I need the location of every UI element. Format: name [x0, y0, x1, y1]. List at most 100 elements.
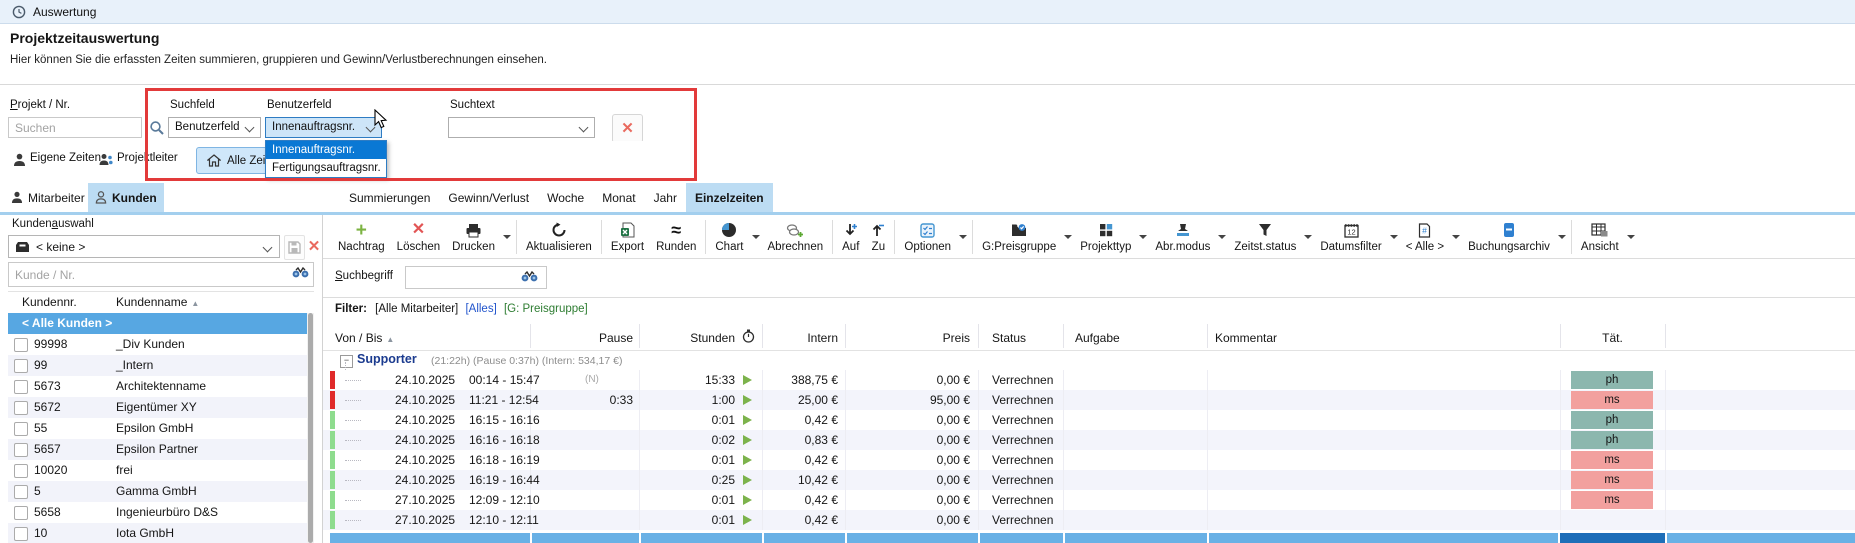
ansicht-button[interactable]: Ansicht [1575, 216, 1625, 258]
abrechnen-button[interactable]: Abrechnen [762, 216, 830, 258]
column-von-bis[interactable]: Von / Bis▲ [335, 328, 394, 350]
analysis-tab[interactable]: Monat [593, 183, 644, 212]
buchungsarchiv-dropdown-caret[interactable] [1556, 217, 1568, 257]
customer-row[interactable]: 5 Gamma GmbH [8, 481, 307, 502]
time-entry-row[interactable]: 27.10.2025 12:10 - 12:11 0:01 0,42 € 0,0… [323, 510, 1855, 530]
toolbar-separator [832, 220, 833, 254]
customer-row[interactable]: 99 _Intern [8, 355, 307, 376]
customer-preset-combobox[interactable]: < keine > [8, 235, 280, 258]
optionen-dropdown-caret[interactable] [957, 217, 969, 257]
selected-row-bar[interactable] [330, 533, 1855, 543]
customer-row[interactable]: 10020 frei [8, 460, 307, 481]
benutzerfeld-combobox[interactable]: Innenauftragsnr. [265, 117, 382, 138]
column-preis[interactable]: Preis [883, 328, 970, 348]
column-intern[interactable]: Intern [763, 328, 838, 348]
preisgruppe-button[interactable]: G:Preisgruppe [976, 216, 1062, 258]
customer-row[interactable]: 5657 Epsilon Partner [8, 439, 307, 460]
column-kundenname[interactable]: Kundenname▲ [116, 295, 199, 309]
customer-checkbox[interactable] [14, 338, 28, 352]
group-row-supporter[interactable]: − Supporter (21:22h) (Pause 0:37h) (Inte… [323, 350, 1855, 370]
filter-summary: Filter: [Alle Mitarbeiter] [Alles] [G: P… [335, 303, 592, 315]
customer-checkbox[interactable] [14, 527, 28, 541]
customer-checkbox[interactable] [14, 359, 28, 373]
customer-row[interactable]: 55 Epsilon GmbH [8, 418, 307, 439]
save-preset-button[interactable] [284, 235, 305, 260]
suchfeld-combobox[interactable]: Benutzerfeld [168, 117, 261, 138]
datumsfilter-dropdown-caret[interactable] [1388, 217, 1400, 257]
runden-button[interactable]: ≈Runden [650, 216, 702, 258]
column-taet[interactable]: Tät. [1560, 328, 1665, 348]
customer-row[interactable]: 5673 Architektenname [8, 376, 307, 397]
loeschen-button[interactable]: ✕Löschen [391, 216, 446, 258]
zeitstatus-button[interactable]: Zeitst.status [1228, 216, 1302, 258]
drucken-button[interactable]: Drucken [446, 216, 501, 258]
drucken-dropdown-caret[interactable] [501, 217, 513, 257]
customer-checkbox[interactable] [14, 422, 28, 436]
column-kommentar[interactable]: Kommentar [1215, 328, 1277, 348]
time-entry-row[interactable]: 24.10.2025 16:18 - 16:19 0:01 0,42 € 0,0… [323, 450, 1855, 470]
analysis-tab[interactable]: Summierungen [340, 183, 439, 212]
tab-projektleiter[interactable]: Projektleiter [117, 152, 178, 164]
dropdown-option[interactable]: Innenauftragsnr. [266, 141, 386, 159]
zu-button[interactable]: Zu [865, 216, 891, 258]
all-customers-row[interactable]: < Alle Kunden > [8, 313, 307, 334]
dropdown-option[interactable]: Fertigungsauftragsnr. [266, 159, 386, 177]
aktualisieren-button[interactable]: Aktualisieren [520, 216, 598, 258]
preisgruppe-dropdown-caret[interactable] [1062, 217, 1074, 257]
column-pause[interactable]: Pause [553, 328, 633, 348]
suchtext-combobox[interactable] [448, 117, 595, 138]
buchungsarchiv-button[interactable]: Buchungsarchiv [1462, 216, 1556, 258]
customer-row[interactable]: 10 Iota GmbH [8, 523, 307, 543]
time-entry-row[interactable]: 24.10.2025 11:21 - 12:54 0:33 1:00 25,00… [323, 390, 1855, 410]
customer-row[interactable]: 99998 _Div Kunden [8, 334, 307, 355]
tab-eigene-zeiten[interactable]: Eigene Zeiten [30, 152, 101, 164]
customer-checkbox[interactable] [14, 443, 28, 457]
analysis-tab[interactable]: Woche [538, 183, 593, 212]
clear-preset-button[interactable]: ✕ [306, 235, 322, 258]
analysis-tab[interactable]: Jahr [645, 183, 686, 212]
ansicht-dropdown-caret[interactable] [1625, 217, 1637, 257]
column-aufgabe[interactable]: Aufgabe [1075, 328, 1120, 348]
clear-search-button[interactable]: ✕ [612, 114, 643, 143]
customer-checkbox[interactable] [14, 401, 28, 415]
customer-row[interactable]: 5672 Eigentümer XY [8, 397, 307, 418]
alle-dropdown-caret[interactable] [1450, 217, 1462, 257]
scrollbar-thumb[interactable] [308, 313, 313, 543]
customer-checkbox[interactable] [14, 485, 28, 499]
column-status[interactable]: Status [992, 328, 1026, 348]
column-stunden[interactable]: Stunden [653, 328, 735, 348]
customer-filter-input[interactable] [8, 262, 314, 287]
export-button[interactable]: Export [605, 216, 650, 258]
search-button[interactable] [147, 117, 167, 138]
time-entry-row[interactable]: 24.10.2025 00:14 - 15:47 (N) 15:33 388,7… [323, 370, 1855, 390]
nachtrag-button[interactable]: +Nachtrag [332, 216, 391, 258]
project-search-input[interactable] [8, 117, 142, 138]
customer-row[interactable]: 5658 Ingenieurbüro D&S [8, 502, 307, 523]
play-icon [743, 475, 752, 485]
tab-mitarbeiter[interactable]: Mitarbeiter [4, 183, 92, 212]
tab-kunden[interactable]: Kunden [88, 183, 164, 212]
projekttyp-dropdown-caret[interactable] [1137, 217, 1149, 257]
optionen-button[interactable]: Optionen [898, 216, 957, 258]
collapse-toggle-icon[interactable]: − [340, 355, 353, 368]
projekttyp-button[interactable]: Projekttyp [1074, 216, 1137, 258]
chart-dropdown-caret[interactable] [750, 217, 762, 257]
time-entry-row[interactable]: 24.10.2025 16:19 - 16:44 0:25 10,42 € 0,… [323, 470, 1855, 490]
abrmodus-button[interactable]: Abr.modus [1149, 216, 1216, 258]
datumsfilter-button[interactable]: 12 Datumsfilter [1314, 216, 1387, 258]
customer-checkbox[interactable] [14, 464, 28, 478]
analysis-tab[interactable]: Gewinn/Verlust [439, 183, 538, 212]
analysis-tab[interactable]: Einzelzeiten [686, 183, 773, 212]
auf-button[interactable]: Auf [836, 216, 865, 258]
time-entry-row[interactable]: 24.10.2025 16:16 - 16:18 0:02 0,83 € 0,0… [323, 430, 1855, 450]
alle-filter-button[interactable]: # < Alle > [1400, 216, 1450, 258]
time-entry-row[interactable]: 27.10.2025 12:09 - 12:10 0:01 0,42 € 0,0… [323, 490, 1855, 510]
column-kundennr[interactable]: Kundennr. [22, 295, 77, 309]
abrmodus-dropdown-caret[interactable] [1216, 217, 1228, 257]
customer-checkbox[interactable] [14, 506, 28, 520]
customer-list-scrollbar[interactable] [307, 313, 314, 543]
customer-checkbox[interactable] [14, 380, 28, 394]
time-entry-row[interactable]: 24.10.2025 16:15 - 16:16 0:01 0,42 € 0,0… [323, 410, 1855, 430]
zeitstatus-dropdown-caret[interactable] [1302, 217, 1314, 257]
chart-button[interactable]: Chart [709, 216, 749, 258]
